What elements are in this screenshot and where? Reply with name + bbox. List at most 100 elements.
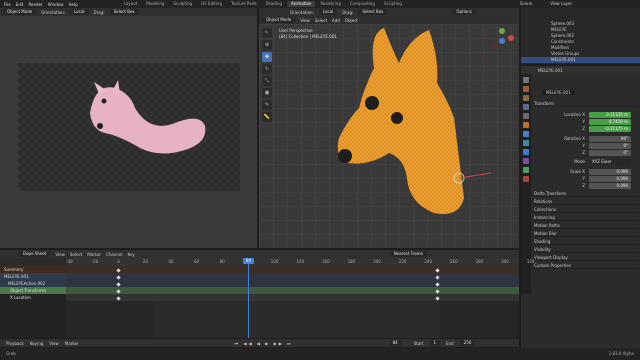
panel-viewport-display[interactable]: Viewport Display <box>534 254 638 261</box>
ds-menu-channel[interactable]: Channel <box>106 252 122 257</box>
top-bar: File Edit Render Window Help Layout Model… <box>0 0 640 8</box>
pb-view-menu[interactable]: View <box>49 341 59 346</box>
object-tab-icon[interactable] <box>523 122 529 128</box>
scale-x-field[interactable]: 0.096 <box>589 169 631 175</box>
rotation-y-field[interactable]: 0° <box>589 143 631 149</box>
current-frame-field[interactable]: 84 <box>388 340 402 346</box>
channel-group[interactable]: Object Transforms <box>0 287 66 294</box>
location-z-field[interactable]: -0.21175 m <box>589 126 631 132</box>
panel-collections[interactable]: Collections <box>534 206 638 213</box>
outliner-item[interactable]: MELEYE.001 <box>521 57 640 63</box>
workspace-tab-scripting[interactable]: Scripting <box>380 1 406 7</box>
end-label: End <box>446 340 454 346</box>
object-name[interactable]: MELEYE.001 <box>538 68 563 73</box>
status-text: Grab <box>6 351 16 356</box>
panel-motion-blur[interactable]: Motion Blur <box>534 230 638 237</box>
fcurve-track <box>66 294 519 301</box>
frame-tick-label: 300 <box>501 259 509 264</box>
mode-select[interactable]: XYZ Euler <box>589 159 631 165</box>
end-frame-field[interactable]: 250 <box>459 340 476 346</box>
location-z-row: Z <box>534 126 588 132</box>
particles-tab-icon[interactable] <box>523 140 529 146</box>
frame-ruler[interactable]: -40-200204060801001201401601802002202402… <box>66 258 534 266</box>
data-tab-icon[interactable] <box>523 167 529 173</box>
outliner[interactable]: Sphere.003 MELEYE Sphere.002 Constraints Mod… <box>521 8 640 64</box>
location-x-row: Location X <box>534 112 588 118</box>
main-menu: File Edit Render Window Help <box>0 2 78 7</box>
menu-help[interactable]: Help <box>68 2 77 7</box>
dope-sheet[interactable]: Dope Sheet View Select Marker Channel Ke… <box>0 250 534 338</box>
constraints-tab-icon[interactable] <box>523 158 529 164</box>
outside-range-right <box>440 301 519 338</box>
ds-menu-marker[interactable]: Marker <box>87 252 101 257</box>
transform-panel-header[interactable]: Transform <box>534 100 638 107</box>
channel-summary[interactable]: Summary <box>0 266 66 273</box>
scale-z-field[interactable]: 0.096 <box>589 183 631 189</box>
frame-tick-label: 80 <box>219 259 225 264</box>
camera-viewport[interactable]: Object Mode Orientation: Local Drag: Sel… <box>0 8 257 248</box>
channel-fcurve[interactable]: X Location <box>0 294 66 301</box>
workspace-tab-rendering[interactable]: Rendering <box>316 1 344 7</box>
physics-tab-icon[interactable] <box>523 149 529 155</box>
navigation-gizmo[interactable] <box>489 28 515 54</box>
panel-delta-transform[interactable]: Delta Transform <box>534 190 638 197</box>
menu-edit[interactable]: Edit <box>16 2 24 7</box>
rotation-y-label: Y <box>582 143 585 148</box>
material-tab-icon[interactable] <box>523 176 529 182</box>
modifier-tab-icon[interactable] <box>523 131 529 137</box>
tool-tab-icon[interactable] <box>523 77 529 83</box>
data-name[interactable]: MELEYE.001 <box>542 90 575 95</box>
panel-relations[interactable]: Relations <box>534 198 638 205</box>
ds-menu-select[interactable]: Select <box>70 252 82 257</box>
panel-visibility[interactable]: Visibility <box>534 246 638 253</box>
channel-object[interactable]: MELEYE.001 <box>0 273 66 280</box>
pb-marker-menu[interactable]: Marker <box>65 341 79 346</box>
workspace-tab-shading[interactable]: Shading <box>262 1 286 7</box>
view-layer-tab-icon[interactable] <box>523 104 529 110</box>
properties-editor[interactable]: MELEYE.001 MELEYE.001 Transform Location… <box>521 66 640 356</box>
workspace-tab-animation[interactable]: Animation <box>287 1 316 7</box>
scale-y-field[interactable]: 0.096 <box>589 176 631 182</box>
menu-file[interactable]: File <box>4 2 11 7</box>
scale-y-label: Y <box>582 176 585 181</box>
panel-motion-paths[interactable]: Motion Paths <box>534 222 638 229</box>
frame-tick-label: 260 <box>450 259 458 264</box>
channel-action[interactable]: MELEYEAction.002 <box>0 280 66 287</box>
render-tab-icon[interactable] <box>523 86 529 92</box>
3d-viewport[interactable]: Orientation: Local Drag: Select Box Opti… <box>259 8 519 248</box>
outside-range-left <box>66 301 153 338</box>
workspace-tab-compositing[interactable]: Compositing <box>346 1 379 7</box>
scale-label: Scale X <box>570 169 585 174</box>
rotation-x-field[interactable]: 90° <box>589 136 631 142</box>
ds-menu-view[interactable]: View <box>55 252 65 257</box>
output-tab-icon[interactable] <box>523 95 529 101</box>
current-frame-indicator[interactable]: 84 <box>243 258 254 264</box>
start-frame-field[interactable]: 1 <box>429 340 441 346</box>
playhead-line[interactable] <box>248 258 249 338</box>
workspace-tab-modeling[interactable]: Modeling <box>142 1 168 7</box>
frame-tick-label: 60 <box>194 259 200 264</box>
location-x-field[interactable]: 0.11135 m <box>589 112 631 118</box>
workspace-tab-sculpting[interactable]: Sculpting <box>169 1 196 7</box>
scene-name[interactable]: Scene <box>520 1 532 6</box>
panel-shading[interactable]: Shading <box>534 238 638 245</box>
scene-tab-icon[interactable] <box>523 113 529 119</box>
frame-tick-label: 220 <box>398 259 407 264</box>
workspace-tab-uv-editing[interactable]: UV Editing <box>197 1 226 7</box>
editor-type-dope-sheet[interactable]: Dope Sheet <box>19 251 51 257</box>
snap-mode-select[interactable]: Nearest Frame <box>389 251 428 257</box>
panel-instancing[interactable]: Instancing <box>534 214 638 221</box>
playback-menu[interactable]: Playback <box>6 341 24 346</box>
rotation-z-field[interactable]: 0° <box>589 150 631 156</box>
panel-custom-properties[interactable]: Custom Properties <box>534 262 638 269</box>
menu-render[interactable]: Render <box>28 2 42 7</box>
view-layer-name[interactable]: View Layer <box>550 1 572 6</box>
location-y-field[interactable]: 0.7419 m <box>589 119 631 125</box>
ds-menu-key[interactable]: Key <box>127 252 134 257</box>
frame-tick-label: 40 <box>168 259 174 264</box>
workspace-tab-layout[interactable]: Layout <box>120 1 142 7</box>
keying-menu[interactable]: Keying <box>30 341 43 346</box>
menu-window[interactable]: Window <box>48 2 64 7</box>
workspace-tab-texture-paint[interactable]: Texture Paint <box>227 1 261 7</box>
transport-controls[interactable]: ⏮ ◀◀ ◀ ▶ ▶▶ ⏭ <box>235 341 293 346</box>
